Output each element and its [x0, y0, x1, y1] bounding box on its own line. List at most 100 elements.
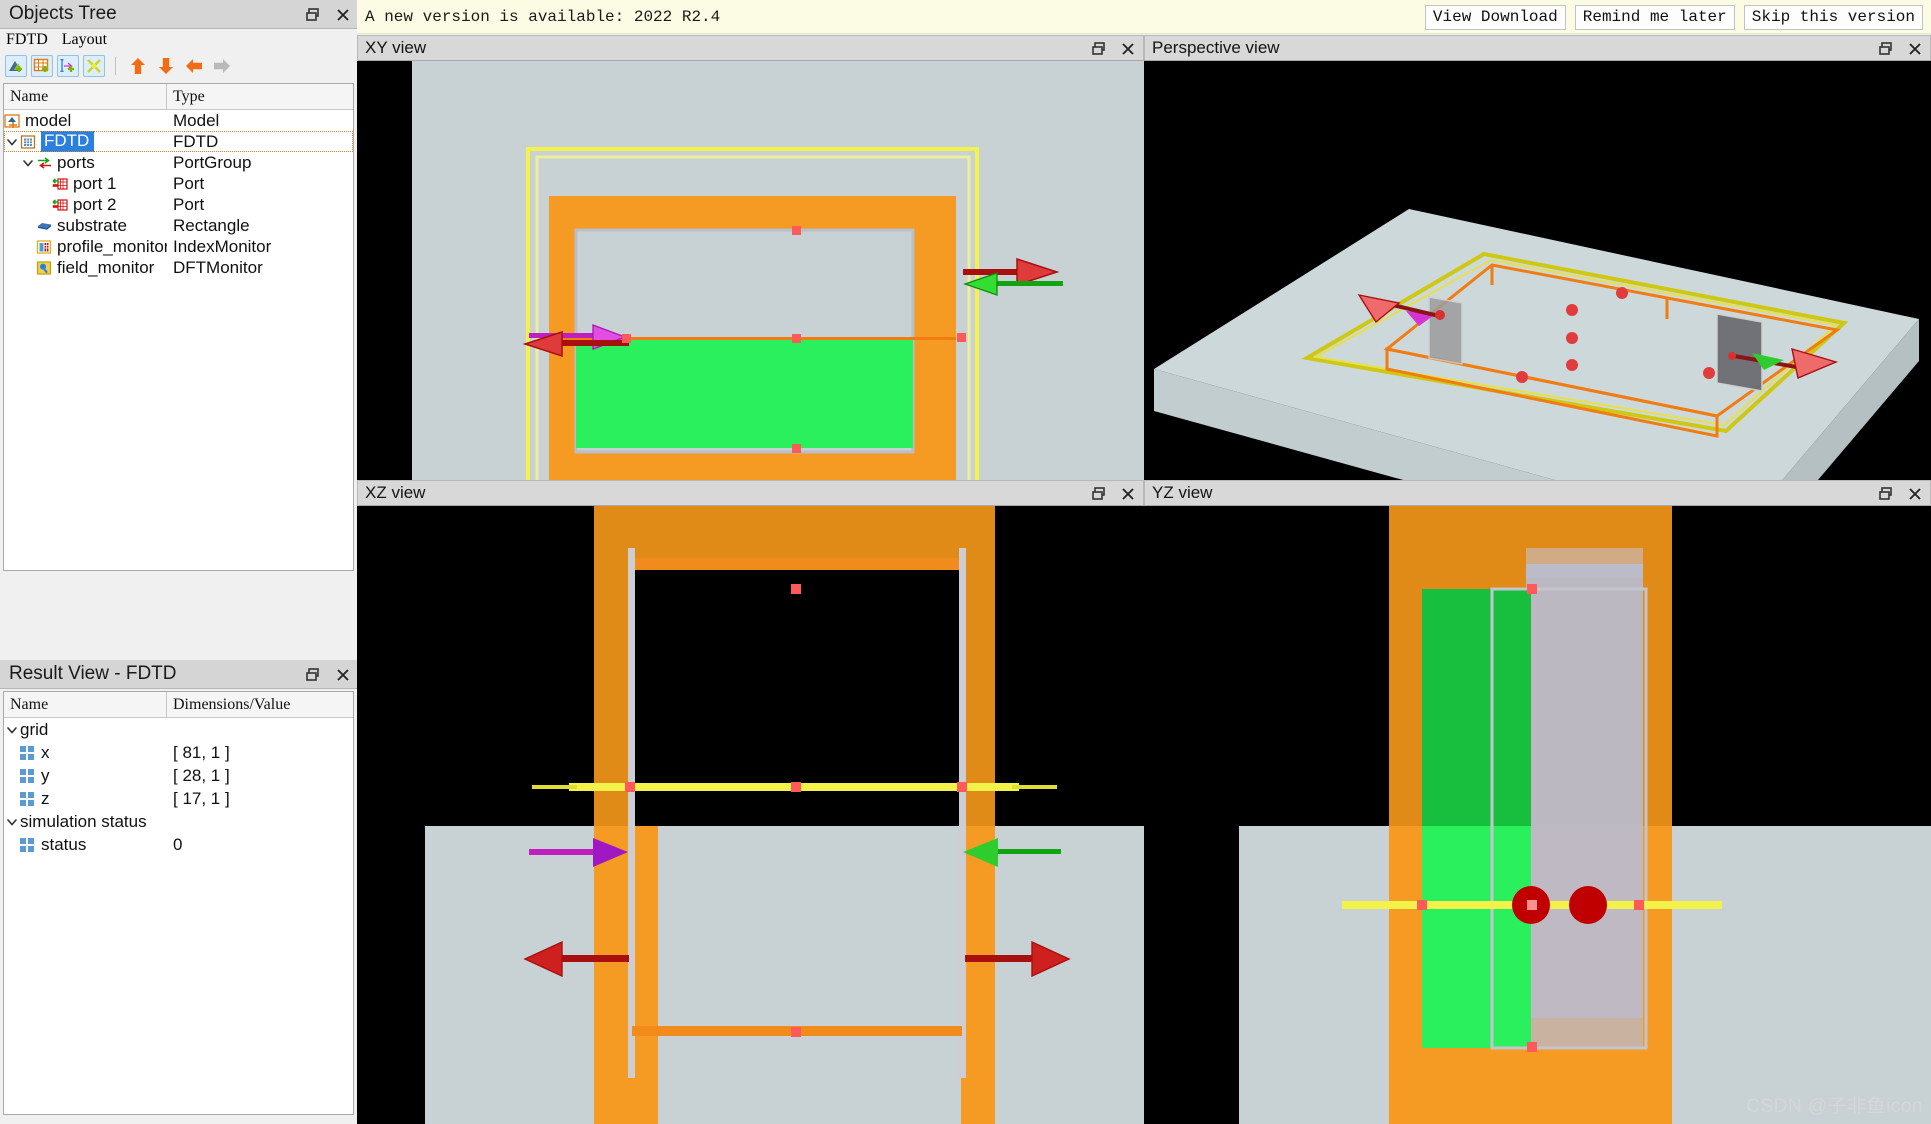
rectangle-icon — [36, 218, 57, 234]
close-icon[interactable] — [1120, 486, 1136, 502]
view-download-button[interactable]: View Download — [1425, 5, 1566, 30]
tree-row[interactable]: profile_monitorIndexMonitor — [4, 236, 353, 257]
result-row[interactable]: x[ 81, 1 ] — [4, 741, 353, 764]
undock-icon[interactable] — [1878, 41, 1894, 57]
tree-row-label: substrate — [57, 216, 127, 236]
add-monitor-icon[interactable] — [57, 55, 79, 77]
undock-icon[interactable] — [305, 7, 321, 23]
chevron-down-icon[interactable] — [4, 134, 20, 150]
tree-row[interactable]: model Model — [4, 110, 353, 131]
yz-view-panel: YZ view — [1144, 480, 1931, 1124]
result-row-name-cell: grid — [4, 720, 167, 740]
version-notification-actions: View Download Remind me later Skip this … — [1425, 0, 1923, 34]
column-header-name: Name — [4, 692, 167, 717]
close-icon[interactable] — [1120, 41, 1136, 57]
tree-row-type: IndexMonitor — [167, 237, 353, 257]
objects-tree-table: Name Type modelModelFDTDFDTDportsPortGro… — [3, 83, 354, 571]
objects-tree-menubar: FDTD Layout — [0, 29, 357, 51]
tree-row[interactable]: port 1 Port — [4, 173, 353, 194]
result-row-name-cell: y — [4, 766, 167, 786]
tree-row-label: model — [25, 111, 71, 131]
objects-tree-column-headers: Name Type — [4, 84, 353, 110]
result-row-value: [ 28, 1 ] — [167, 766, 353, 786]
result-row-label: simulation status — [20, 812, 147, 832]
menu-item-layout[interactable]: Layout — [62, 31, 107, 49]
undock-icon[interactable] — [1878, 486, 1894, 502]
chevron-down-icon[interactable] — [4, 814, 20, 830]
tree-row[interactable]: substrate Rectangle — [4, 215, 353, 236]
tree-row[interactable]: port 2Port — [4, 194, 353, 215]
move-left-icon[interactable] — [182, 54, 206, 78]
tree-row-label: ports — [57, 153, 95, 173]
skip-this-version-button[interactable]: Skip this version — [1744, 5, 1923, 30]
tree-row[interactable]: portsPortGroup — [4, 152, 353, 173]
result-row-label: grid — [20, 720, 48, 740]
result-view-panel: Result View - FDTD Name Dimensions/Value… — [0, 660, 357, 1124]
result-row[interactable]: grid — [4, 718, 353, 741]
tree-row-name-cell: port 2 — [4, 195, 167, 215]
port-icon — [52, 197, 73, 213]
result-row-label: z — [41, 789, 50, 809]
tree-row-type: FDTD — [167, 132, 353, 152]
result-row-value: 0 — [167, 835, 353, 855]
move-up-icon[interactable] — [126, 54, 150, 78]
tree-row[interactable]: field_monitorDFTMonitor — [4, 257, 353, 278]
column-header-type: Type — [167, 84, 353, 109]
tree-row-type: Model — [167, 111, 353, 131]
undock-icon[interactable] — [1091, 486, 1107, 502]
result-view-title: Result View - FDTD — [0, 663, 177, 685]
perspective-view-header: Perspective view — [1144, 35, 1931, 61]
tree-row-type: Rectangle — [167, 216, 353, 236]
undock-icon[interactable] — [305, 667, 321, 683]
tree-row-name-cell: substrate — [4, 216, 167, 236]
tree-row-type: DFTMonitor — [167, 258, 353, 278]
yz-view-canvas[interactable]: CSDN @子非鱼icon — [1144, 506, 1931, 1124]
xz-view-panel: XZ view — [357, 480, 1144, 1124]
fdtd-icon — [20, 134, 41, 150]
result-row[interactable]: z[ 17, 1 ] — [4, 787, 353, 810]
tree-row-name-cell: model — [4, 111, 167, 131]
tree-row-label: port 1 — [73, 174, 116, 194]
result-row-name-cell: status — [4, 835, 167, 855]
result-row[interactable]: simulation status — [4, 810, 353, 833]
result-row-value: [ 81, 1 ] — [167, 743, 353, 763]
objects-tree-rows: modelModelFDTDFDTDportsPortGroupport 1Po… — [4, 110, 353, 570]
result-view-titlebar: Result View - FDTD — [0, 660, 357, 689]
tree-row-label: profile_monitor — [57, 237, 167, 257]
portgroup-icon — [36, 155, 57, 171]
chevron-down-icon[interactable] — [4, 722, 20, 738]
close-icon[interactable] — [335, 667, 351, 683]
result-view-column-headers: Name Dimensions/Value — [4, 692, 353, 718]
menu-item-fdtd[interactable]: FDTD — [6, 31, 48, 49]
version-notification-text: A new version is available: 2022 R2.4 — [357, 8, 720, 26]
index-monitor-icon — [36, 239, 57, 255]
xz-view-scene — [357, 506, 1144, 1124]
add-object-icon[interactable] — [5, 55, 27, 77]
result-row[interactable]: y[ 28, 1 ] — [4, 764, 353, 787]
add-mesh-icon[interactable] — [31, 55, 53, 77]
close-icon[interactable] — [1907, 41, 1923, 57]
tree-row-type: Port — [167, 174, 353, 194]
xz-view-canvas[interactable] — [357, 506, 1144, 1124]
tree-row-name-cell: field_monitor — [4, 258, 167, 278]
tree-row-label: FDTD — [41, 131, 94, 152]
remind-me-later-button[interactable]: Remind me later — [1575, 5, 1735, 30]
result-row[interactable]: status0 — [4, 833, 353, 856]
move-down-icon[interactable] — [154, 54, 178, 78]
xz-view-title: XZ view — [358, 483, 425, 503]
xy-view-title: XY view — [358, 38, 426, 58]
tree-row[interactable]: FDTD FDTD — [4, 131, 353, 152]
data-grid-icon — [20, 838, 34, 852]
add-source-icon[interactable] — [83, 55, 105, 77]
model-icon — [4, 113, 25, 129]
result-row-name-cell: simulation status — [4, 812, 167, 832]
objects-tree-toolbar — [0, 51, 357, 81]
move-right-icon[interactable] — [210, 54, 234, 78]
yz-view-scene — [1144, 506, 1931, 1124]
application-window: Objects Tree FDTD Layout — [0, 0, 1931, 1124]
close-icon[interactable] — [335, 7, 351, 23]
column-header-dimensions-value: Dimensions/Value — [167, 692, 353, 717]
undock-icon[interactable] — [1091, 41, 1107, 57]
chevron-down-icon[interactable] — [20, 155, 36, 171]
close-icon[interactable] — [1907, 486, 1923, 502]
